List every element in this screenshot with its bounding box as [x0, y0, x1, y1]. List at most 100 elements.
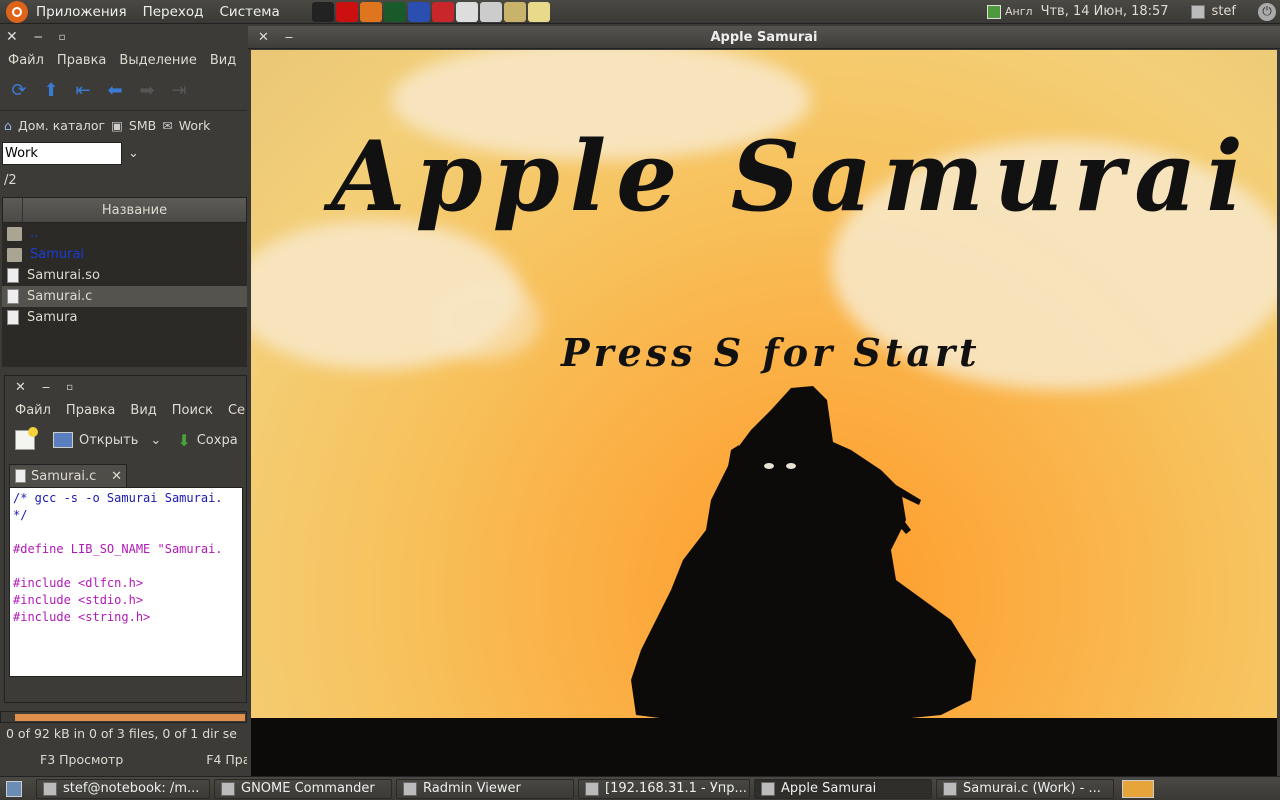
minimize-icon[interactable]: ‒: [285, 30, 293, 45]
home-icon: ⌂: [4, 117, 12, 133]
taskbar-button[interactable]: Samurai.c (Work) - ...: [936, 778, 1114, 799]
fm-menu-edit[interactable]: Правка: [49, 53, 111, 68]
chevron-down-icon[interactable]: ⌄: [128, 146, 139, 161]
show-desktop-icon[interactable]: [6, 780, 22, 797]
file-icon: [7, 310, 19, 325]
bank-icon[interactable]: [503, 1, 526, 22]
terminal2-icon[interactable]: [383, 1, 406, 22]
connection-combo[interactable]: Work: [2, 141, 122, 165]
bookmark-home[interactable]: Дом. каталог: [18, 118, 105, 133]
taskbar-label: [192.168.31.1 - Упр...: [605, 781, 747, 796]
code-line: */: [13, 508, 28, 522]
gedit-menu-file[interactable]: Файл: [5, 403, 56, 418]
network-icon[interactable]: [987, 4, 1002, 19]
code-line: #include <string.h>: [13, 610, 151, 624]
gedit-menu-search[interactable]: Поиск: [162, 403, 218, 418]
app-icon: [43, 781, 57, 796]
forward-arrow-icon[interactable]: ➡: [136, 80, 158, 102]
file-row[interactable]: Samurai.c: [2, 286, 247, 307]
last-icon[interactable]: ⇥: [168, 80, 190, 102]
file-list: .. Samurai Samurai.so Samurai.c Samura: [2, 223, 247, 367]
file-row[interactable]: Samurai: [2, 244, 247, 265]
tab-samurai-c[interactable]: Samurai.c ✕: [9, 464, 127, 487]
file-list-header: Название: [2, 197, 247, 223]
file-row[interactable]: Samura: [2, 307, 247, 328]
gedit-menu-edit[interactable]: Правка: [56, 403, 120, 418]
document-icon[interactable]: [455, 1, 478, 22]
column-icon-header[interactable]: [3, 198, 23, 222]
opera-icon[interactable]: [335, 1, 358, 22]
game-canvas[interactable]: Apple Samurai Press S for Start: [251, 50, 1277, 776]
taskbar-label: GNOME Commander: [241, 781, 375, 796]
user-icon: [1190, 4, 1205, 19]
terminal-icon[interactable]: [311, 1, 334, 22]
close-icon[interactable]: ✕: [6, 29, 18, 45]
taskbar-button[interactable]: GNOME Commander: [214, 778, 392, 799]
folder-icon: [7, 247, 22, 262]
taskbar-button[interactable]: [192.168.31.1 - Упр...: [578, 778, 750, 799]
fm-bookmarks: ⌂ Дом. каталог ▣ SMB ✉ Work: [0, 111, 247, 139]
launcher-area: [311, 1, 552, 22]
maximize-icon[interactable]: ▫: [59, 32, 66, 43]
clock[interactable]: Чтв, 14 Июн, 18:57: [1041, 4, 1169, 19]
file-icon: [7, 268, 19, 283]
open-button[interactable]: Открыть: [79, 433, 138, 448]
column-name-header[interactable]: Название: [23, 203, 246, 218]
taskbar-button[interactable]: Radmin Viewer: [396, 778, 574, 799]
close-icon[interactable]: ✕: [258, 30, 269, 45]
taskbar-button[interactable]: stef@notebook: /m...: [36, 778, 210, 799]
menu-places[interactable]: Переход: [135, 4, 212, 20]
printer-icon[interactable]: [527, 1, 550, 22]
fm-menu-select[interactable]: Выделение: [111, 53, 201, 68]
power-icon[interactable]: ⏻: [1258, 2, 1276, 21]
save-button[interactable]: Сохра: [197, 433, 238, 448]
f4-edit-button[interactable]: F4 Пра: [206, 752, 247, 767]
tab-close-icon[interactable]: ✕: [111, 469, 122, 484]
workspace-switcher[interactable]: [1122, 779, 1154, 798]
firefox-icon[interactable]: [359, 1, 382, 22]
minimize-icon[interactable]: ‒: [34, 29, 43, 45]
back-arrow-icon[interactable]: ⬅: [104, 80, 126, 102]
current-path: /2: [4, 173, 17, 188]
fm-menu-view[interactable]: Вид: [202, 53, 241, 68]
taskbar-label: Apple Samurai: [781, 781, 877, 796]
taskbar-label: stef@notebook: /m...: [63, 781, 200, 796]
fm-menu-file[interactable]: Файл: [0, 53, 49, 68]
file-row[interactable]: ..: [2, 223, 247, 244]
fm-scrollbar[interactable]: [0, 711, 247, 723]
chevron-down-icon[interactable]: ⌄: [150, 433, 161, 448]
gedit-menu-tools[interactable]: Се: [218, 403, 250, 418]
menu-applications[interactable]: Приложения: [28, 4, 135, 20]
scrollbar-thumb[interactable]: [15, 714, 245, 721]
ubuntu-logo-icon[interactable]: [6, 0, 28, 23]
save-icon[interactable]: [407, 1, 430, 22]
bookmark-smb[interactable]: SMB: [129, 118, 156, 133]
file-name: Samura: [27, 310, 78, 325]
browser-icon[interactable]: [479, 1, 502, 22]
file-name: Samurai.c: [27, 289, 93, 304]
fm-function-keys: F3 Просмотр F4 Пра: [0, 745, 247, 773]
new-document-icon[interactable]: [15, 427, 38, 450]
top-panel: Приложения Переход Система Англ Чтв, 14 …: [0, 0, 1280, 24]
menu-system[interactable]: Система: [212, 4, 288, 20]
code-editor[interactable]: /* gcc -s -o Samurai Samurai. */ #define …: [9, 487, 243, 677]
taskbar-button[interactable]: Apple Samurai: [754, 778, 932, 799]
maximize-icon[interactable]: ▫: [66, 382, 73, 393]
gedit-titlebar: ✕ ‒ ▫: [5, 376, 246, 398]
f3-view-button[interactable]: F3 Просмотр: [40, 752, 123, 767]
file-row[interactable]: Samurai.so: [2, 265, 247, 286]
bookmark-work[interactable]: Work: [179, 118, 211, 133]
user-menu[interactable]: stef: [1212, 4, 1236, 19]
refresh-icon[interactable]: ⟳: [8, 80, 30, 102]
keyboard-layout[interactable]: Англ: [1005, 5, 1033, 18]
gedit-menu-view[interactable]: Вид: [120, 403, 161, 418]
close-icon[interactable]: ✕: [15, 380, 26, 395]
samurai-silhouette: [631, 386, 976, 722]
first-icon[interactable]: ⇤: [72, 80, 94, 102]
smb-icon: ▣: [111, 117, 123, 133]
minimize-icon[interactable]: ‒: [42, 380, 50, 395]
up-arrow-icon[interactable]: ⬆: [40, 80, 62, 102]
fm-toolbar: ⟳ ⬆ ⇤ ⬅ ➡ ⇥: [0, 71, 247, 111]
download-icon[interactable]: [431, 1, 454, 22]
